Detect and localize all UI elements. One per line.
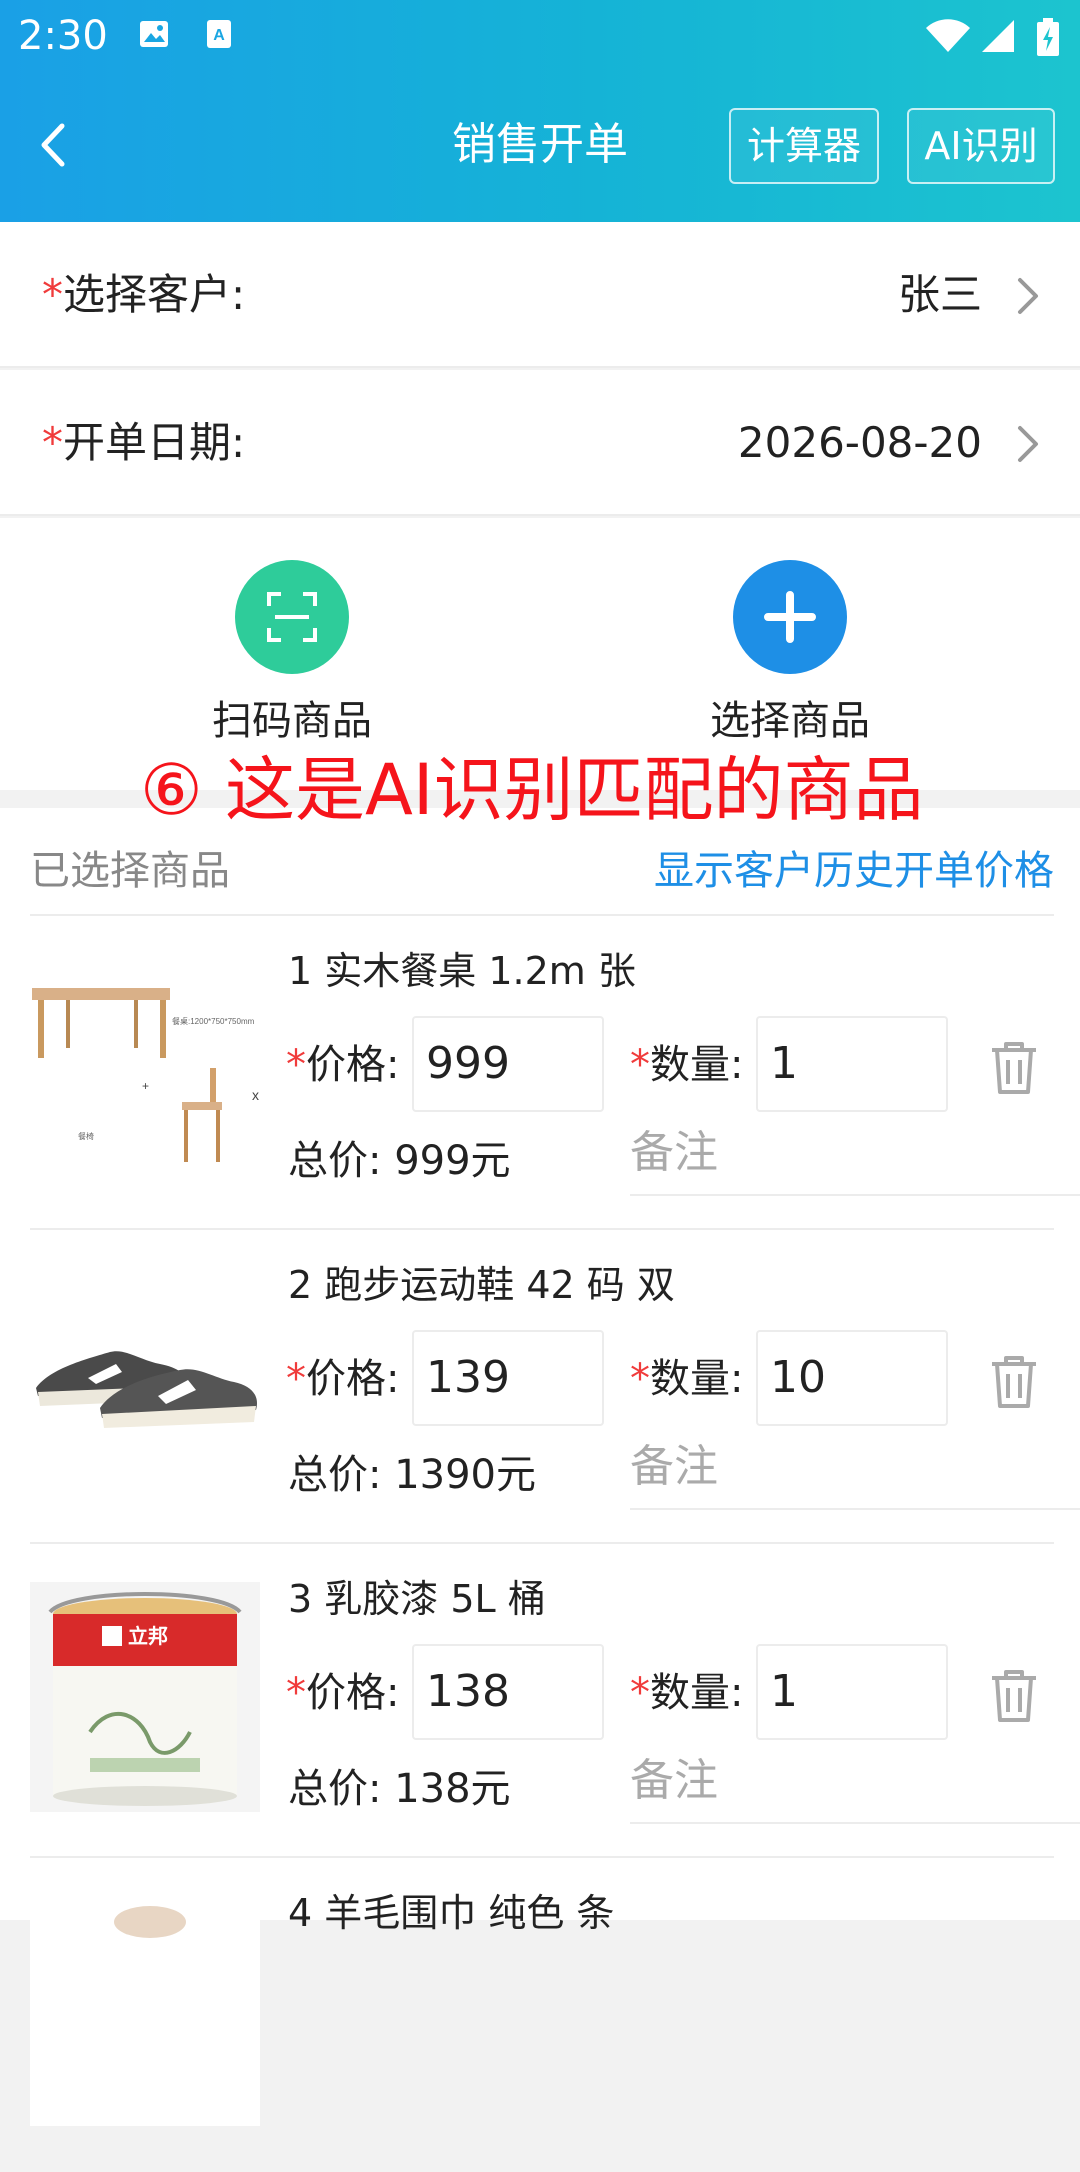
price-label: *价格: xyxy=(286,1356,400,1402)
dining-table-image: 餐桌:1200*750*750mm + x 餐椅 xyxy=(32,988,259,1162)
customer-label: *选择客户: xyxy=(42,268,245,322)
customer-label-text: 选择客户: xyxy=(63,270,246,319)
qty-label: *数量: xyxy=(630,1670,744,1716)
item-name: 3 乳胶漆 5L 桶 xyxy=(288,1577,546,1621)
product-image-table: 餐桌:1200*750*750mm + x 餐椅 xyxy=(30,954,260,1184)
price-input[interactable]: 139 xyxy=(412,1330,604,1426)
price-input[interactable]: 999 xyxy=(412,1016,604,1112)
trash-icon[interactable] xyxy=(988,1040,1040,1096)
remark-input[interactable]: 备注 xyxy=(630,1436,1080,1510)
product-image-scarf xyxy=(30,1896,260,2126)
date-label: *开单日期: xyxy=(42,416,245,470)
annotation-note: ⑥ 这是AI识别匹配的商品 xyxy=(140,749,924,831)
product-image-paint: 立邦 xyxy=(30,1582,260,1812)
selected-goods-title: 已选择商品 xyxy=(30,848,230,894)
svg-text:+: + xyxy=(142,1079,149,1093)
price-label: *价格: xyxy=(286,1670,400,1716)
qty-input[interactable]: 1 xyxy=(756,1644,948,1740)
scan-goods-label: 扫码商品 xyxy=(212,698,372,744)
date-label-text: 开单日期: xyxy=(63,418,246,467)
item-total: 总价: 138元 xyxy=(288,1766,511,1812)
required-mark: * xyxy=(42,418,63,467)
chair-caption: 餐椅 xyxy=(78,1131,94,1141)
item-name: 4 羊毛围巾 纯色 条 xyxy=(288,1891,615,1935)
nav-bar: 销售开单 计算器 AI识别 xyxy=(0,100,1080,190)
image-notification-icon xyxy=(140,21,168,47)
price-label: *价格: xyxy=(286,1042,400,1088)
goods-item: 立邦 3 乳胶漆 5L 桶 *价格: 138 *数量: 1 总价: 138元 备… xyxy=(0,1544,1080,1858)
product-image-shoes xyxy=(30,1268,260,1498)
qty-label: *数量: xyxy=(630,1042,744,1088)
date-row[interactable]: *开单日期: 2026-08-20 xyxy=(0,370,1080,516)
price-input[interactable]: 138 xyxy=(412,1644,604,1740)
qty-input[interactable]: 1 xyxy=(756,1016,948,1112)
goods-item: 2 跑步运动鞋 42 码 双 *价格: 139 *数量: 10 总价: 1390… xyxy=(0,1230,1080,1544)
table-dimension-caption: 餐桌:1200*750*750mm xyxy=(172,1016,255,1026)
running-shoes-image xyxy=(36,1351,258,1428)
trash-icon[interactable] xyxy=(988,1354,1040,1410)
chevron-right-icon xyxy=(1018,278,1038,314)
cell-signal-icon xyxy=(982,20,1014,52)
scan-circle xyxy=(235,560,349,674)
trash-icon[interactable] xyxy=(988,1668,1040,1724)
select-goods-label: 选择商品 xyxy=(710,698,870,744)
wifi-icon xyxy=(926,19,970,52)
select-circle xyxy=(733,560,847,674)
remark-input[interactable]: 备注 xyxy=(630,1122,1080,1196)
scan-goods-button[interactable]: 扫码商品 xyxy=(172,560,412,746)
status-bar: 2:30 A xyxy=(0,0,1080,72)
item-name: 1 实木餐桌 1.2m 张 xyxy=(288,949,636,993)
app-header: 2:30 A 销售开单 计算器 AI识别 xyxy=(0,0,1080,222)
required-mark: * xyxy=(42,270,63,319)
qty-input[interactable]: 10 xyxy=(756,1330,948,1426)
status-time: 2:30 xyxy=(18,13,108,59)
app-notification-icon: A xyxy=(207,20,231,48)
goods-item: 餐桌:1200*750*750mm + x 餐椅 1 实木餐桌 1.2m 张 *… xyxy=(0,916,1080,1230)
scarf-image xyxy=(114,1906,186,1938)
ai-recognize-button[interactable]: AI识别 xyxy=(907,108,1055,184)
svg-text:A: A xyxy=(213,27,225,44)
scan-frame-icon xyxy=(267,592,317,642)
remark-input[interactable]: 备注 xyxy=(630,1750,1080,1824)
qty-label: *数量: xyxy=(630,1356,744,1402)
item-name: 2 跑步运动鞋 42 码 双 xyxy=(288,1263,675,1307)
item-total: 总价: 999元 xyxy=(288,1138,511,1184)
customer-value: 张三 xyxy=(897,270,982,319)
battery-charging-icon xyxy=(1037,18,1059,56)
item-total: 总价: 1390元 xyxy=(288,1452,536,1498)
customer-row[interactable]: *选择客户: 张三 xyxy=(0,222,1080,368)
paint-bucket-image: 立邦 xyxy=(30,1582,260,1812)
chevron-right-icon xyxy=(1018,426,1038,462)
paint-brand: 立邦 xyxy=(128,1624,168,1648)
plus-icon xyxy=(764,591,816,643)
history-price-link[interactable]: 显示客户历史开单价格 xyxy=(654,846,1054,896)
svg-text:x: x xyxy=(252,1087,259,1103)
calculator-button[interactable]: 计算器 xyxy=(729,108,879,184)
selected-goods-section: 已选择商品 显示客户历史开单价格 餐桌:1200*750*750mm + x 餐… xyxy=(0,808,1080,2126)
select-goods-button[interactable]: 选择商品 xyxy=(670,560,910,746)
goods-item: 4 羊毛围巾 纯色 条 xyxy=(0,1858,1080,2172)
date-value: 2026-08-20 xyxy=(737,418,982,467)
